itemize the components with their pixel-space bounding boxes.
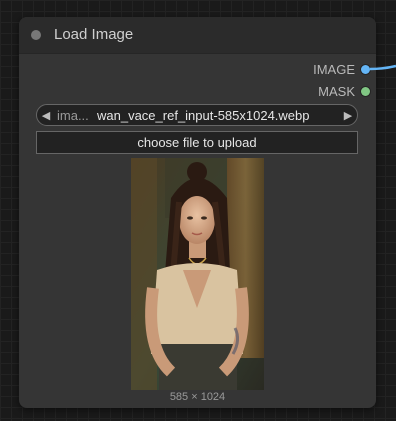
image-size-label: 585 × 1024 — [169, 391, 226, 403]
portrait-image-icon — [131, 158, 264, 390]
output-mask[interactable]: MASK — [318, 83, 370, 99]
output-mask-label: MASK — [318, 83, 355, 99]
output-mask-slot-icon[interactable] — [361, 86, 370, 96]
image-link-wire — [369, 64, 396, 71]
output-image-label: IMAGE — [313, 61, 355, 77]
choose-file-button[interactable]: choose file to upload — [36, 131, 358, 154]
combo-next-arrow-icon[interactable]: ▶ — [339, 109, 357, 122]
node-title: Load Image — [54, 26, 134, 43]
image-combo-widget[interactable]: ◀ ima... wan_vace_ref_input-585x1024.web… — [36, 104, 358, 126]
output-image-slot-icon[interactable] — [361, 64, 370, 74]
load-image-node[interactable]: Load Image IMAGE MASK ◀ ima... wan_vace_… — [19, 17, 376, 408]
combo-value[interactable]: wan_vace_ref_input-585x1024.webp — [97, 108, 339, 123]
node-header[interactable]: Load Image — [19, 17, 376, 54]
image-preview — [131, 158, 264, 390]
combo-prev-arrow-icon[interactable]: ◀ — [37, 109, 55, 122]
combo-name-label: ima... — [57, 107, 89, 123]
collapse-toggle-icon[interactable] — [31, 30, 41, 40]
output-image[interactable]: IMAGE — [313, 61, 370, 77]
